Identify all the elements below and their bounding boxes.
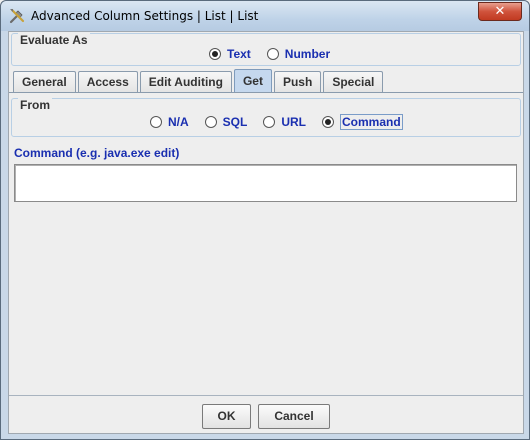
tab-strip: General Access Edit Auditing Get Push Sp… [13, 69, 385, 92]
evaluate-as-options: Text Number [209, 47, 346, 61]
evaluate-as-number-radio[interactable]: Number [266, 47, 331, 61]
from-na-radio[interactable]: N/A [150, 115, 189, 129]
evaluate-as-group: Evaluate As Text Number [11, 33, 521, 66]
evaluate-as-text-label: Text [227, 47, 251, 61]
from-sql-label: SQL [222, 115, 248, 129]
from-sql-radio[interactable]: SQL [204, 115, 248, 129]
from-url-label: URL [281, 115, 307, 129]
from-legend: From [18, 98, 52, 112]
radio-selected-icon [322, 116, 335, 128]
tab-push[interactable]: Push [273, 71, 322, 92]
radio-unselected-icon [150, 116, 162, 128]
tab-general[interactable]: General [13, 71, 76, 92]
evaluate-as-legend: Evaluate As [18, 33, 90, 47]
radio-unselected-icon [263, 116, 276, 128]
radio-selected-icon [209, 48, 221, 60]
dialog-footer: OK Cancel [9, 395, 523, 433]
get-tab-panel: From N/A SQL URL Command [9, 92, 523, 395]
command-input[interactable] [14, 164, 517, 202]
close-button[interactable]: ✕ [478, 2, 522, 21]
from-command-radio[interactable]: Command [322, 114, 403, 130]
window-title: Advanced Column Settings | List | List [31, 9, 259, 23]
tab-special[interactable]: Special [323, 71, 384, 92]
tools-icon [9, 8, 25, 24]
tab-access[interactable]: Access [77, 71, 138, 92]
tab-edit-auditing[interactable]: Edit Auditing [139, 71, 232, 92]
close-icon: ✕ [494, 4, 506, 19]
command-field-label: Command (e.g. java.exe edit) [14, 146, 180, 160]
from-options: N/A SQL URL Command [150, 114, 419, 130]
title-bar[interactable]: Advanced Column Settings | List | List ✕ [1, 1, 529, 31]
from-na-label: N/A [168, 115, 189, 129]
ok-button[interactable]: OK [202, 404, 251, 429]
dialog-window: Advanced Column Settings | List | List ✕… [0, 0, 530, 440]
from-url-radio[interactable]: URL [263, 115, 306, 129]
from-command-label: Command [340, 114, 403, 130]
evaluate-as-number-label: Number [284, 47, 331, 61]
radio-unselected-icon [204, 116, 217, 128]
dialog-body: Evaluate As Text Number General Access E… [8, 31, 524, 434]
evaluate-as-text-radio[interactable]: Text [209, 47, 251, 61]
radio-unselected-icon [266, 48, 279, 60]
from-group: From N/A SQL URL Command [11, 98, 521, 137]
tab-get[interactable]: Get [233, 69, 272, 92]
cancel-button[interactable]: Cancel [258, 404, 330, 429]
